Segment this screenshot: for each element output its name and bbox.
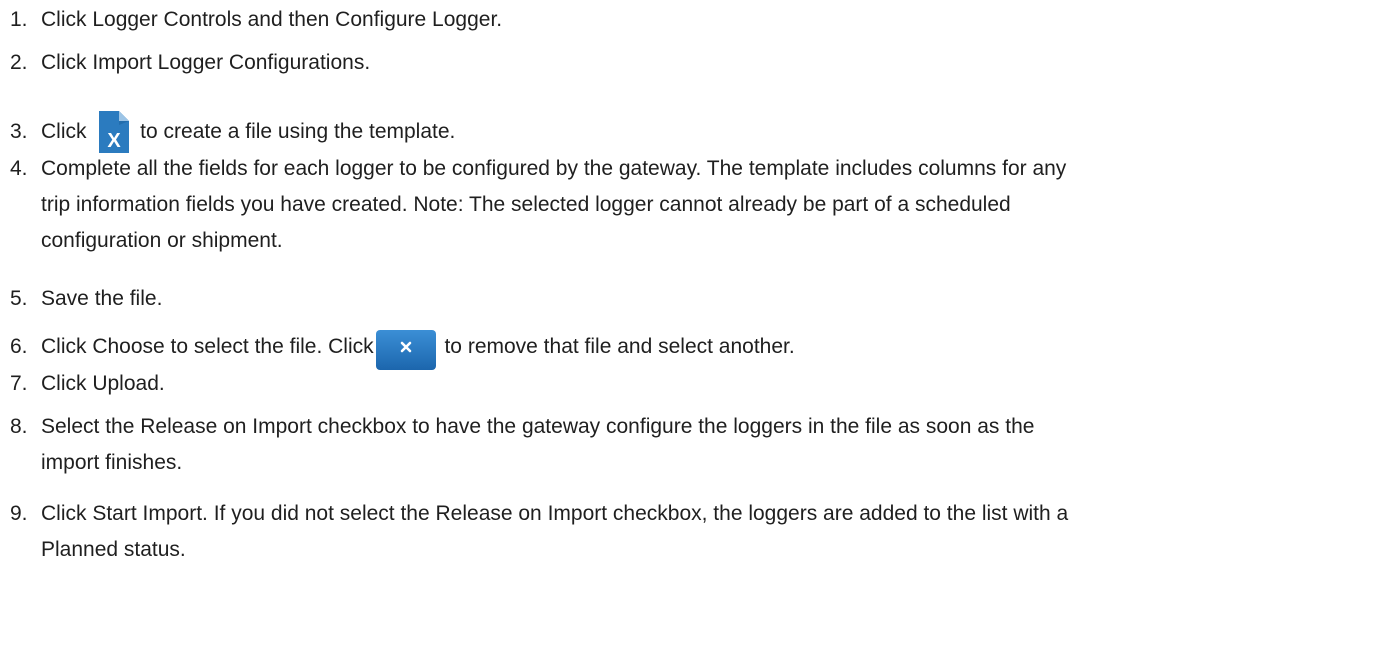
step-text: Click Import Logger Configurations. [41,51,371,74]
step-6: 6. Click Choose to select the file. Click… [10,323,1380,370]
step-number: 7. [10,372,28,395]
step-text-line-1: Select the Release on Import checkbox to… [41,415,1035,438]
step-number: 9. [10,502,28,525]
step-text-before: Click Choose to select the file. Click [41,335,374,358]
step-5: 5. Save the file. [10,281,1380,317]
step-text: Save the file. [41,287,163,310]
step-text: Click Upload. [41,372,165,395]
excel-file-icon: X [99,111,130,153]
step-1: 1. Click Logger Controls and then Configu… [10,2,1380,38]
step-text-line-1: Click Start Import. If you did not selec… [41,502,1069,525]
step-text: Click Logger Controls and then Configure… [41,8,503,31]
step-text-before: Click [41,120,93,143]
step-number: 5. [10,287,28,310]
step-text-after: to remove that file and select another. [438,335,795,358]
step-7: 7. Click Upload. [10,366,1380,402]
step-number: 8. [10,415,28,438]
step-text-line-3: configuration or shipment. [41,229,283,252]
step-text-line-2: Planned status. [41,538,186,561]
step-2: 2. Click Import Logger Configurations. [10,45,1380,81]
step-number: 2. [10,51,28,74]
step-3: 3. Click X to create a file using the tem… [10,106,1380,153]
step-number: 4. [10,157,28,180]
step-text-line-2: trip information fields you have created… [41,193,1011,216]
step-text-after: to create a file using the template. [134,120,456,143]
step-number: 1. [10,8,28,31]
step-text-line-2: import finishes. [41,451,183,474]
svg-text:X: X [108,130,122,152]
step-9: 9. Click Start Import. If you did not sel… [10,496,1380,568]
remove-file-button-icon [375,330,436,370]
step-text-line-1: Complete all the fields for each logger … [41,157,1067,180]
step-number: 3. [10,120,28,143]
step-number: 6. [10,335,28,358]
step-4: 4. Complete all the fields for each logge… [10,151,1380,259]
step-8: 8. Select the Release on Import checkbox … [10,409,1380,481]
